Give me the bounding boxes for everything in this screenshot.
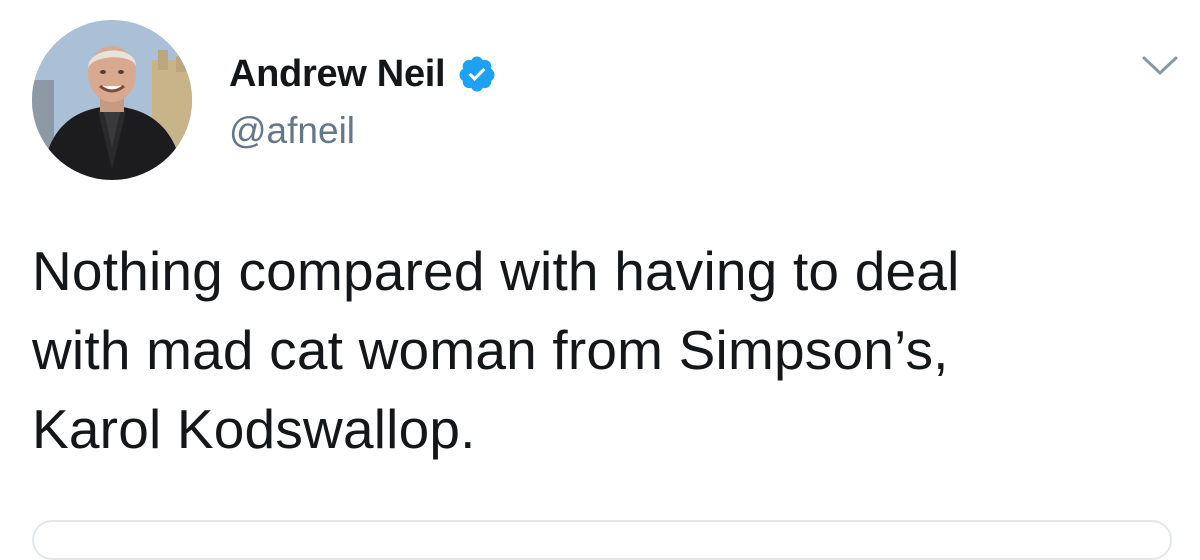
author-name-row[interactable]: Andrew Neil	[229, 46, 497, 102]
tweet-text: Nothing compared with having to deal wit…	[32, 232, 1182, 469]
quoted-card[interactable]	[32, 520, 1172, 560]
tweet-text-line: with mad cat woman from Simpson’s,	[32, 319, 949, 381]
tweet: Andrew Neil @afneil Nothing compared wit…	[0, 0, 1200, 560]
author-handle[interactable]: @afneil	[229, 110, 355, 152]
author-display-name[interactable]: Andrew Neil	[229, 53, 446, 96]
avatar-image	[32, 20, 192, 180]
tweet-text-line: Karol Kodswallop.	[32, 398, 476, 460]
chevron-down-icon[interactable]	[1140, 54, 1180, 78]
tweet-text-line: Nothing compared with having to deal	[32, 240, 960, 302]
avatar[interactable]	[32, 20, 192, 180]
verified-badge-icon	[457, 54, 497, 94]
